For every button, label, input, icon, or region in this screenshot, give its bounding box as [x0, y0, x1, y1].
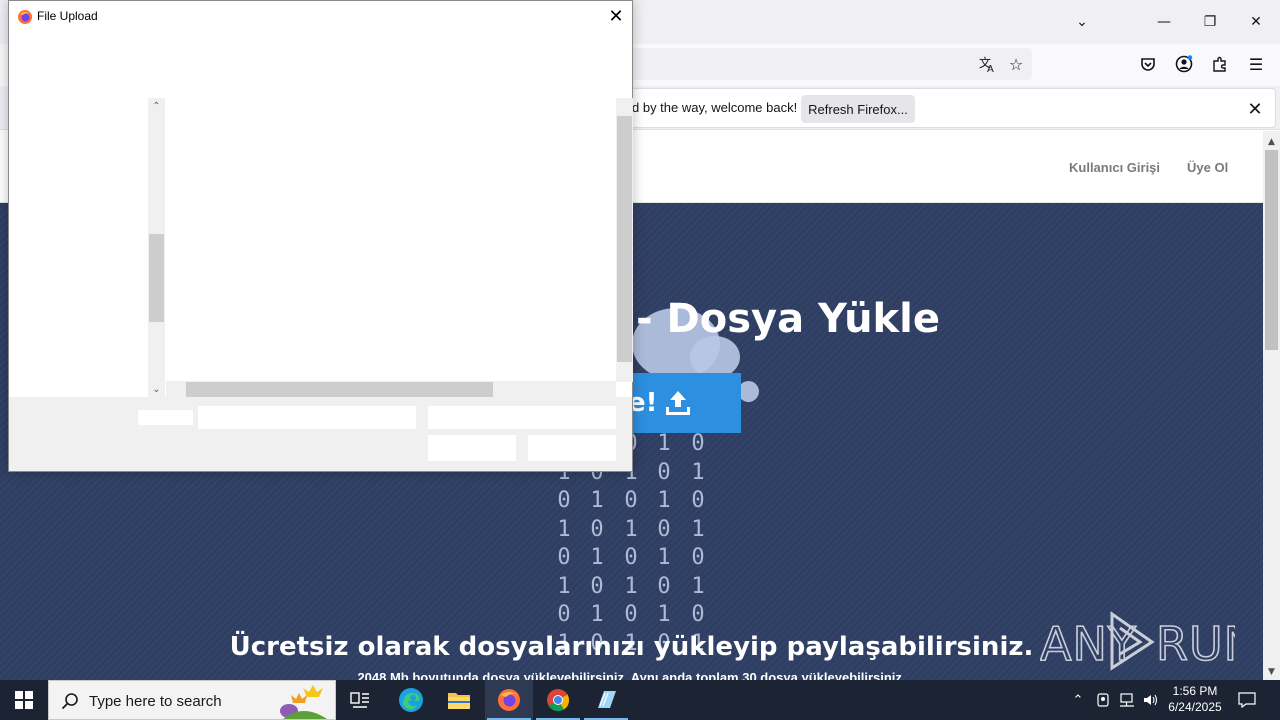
svg-text:A: A — [987, 64, 994, 73]
pocket-icon[interactable] — [1135, 51, 1161, 77]
url-bar[interactable] — [600, 48, 1032, 80]
search-highlight-flowers-icon — [280, 685, 327, 719]
folder-tree-scrollbar-thumb[interactable] — [149, 234, 164, 322]
clock-time: 1:56 PM — [1172, 684, 1218, 698]
file-name-label — [138, 410, 193, 425]
edge-icon[interactable] — [387, 680, 435, 720]
file-explorer-icon[interactable] — [435, 680, 483, 720]
cancel-button[interactable] — [528, 435, 616, 461]
account-icon[interactable] — [1171, 51, 1197, 77]
notepad-icon[interactable] — [582, 680, 630, 720]
volume-icon[interactable] — [1140, 680, 1162, 720]
translate-icon[interactable]: 文A — [975, 51, 1001, 77]
file-list-horizontal-scrollbar-thumb[interactable] — [186, 382, 493, 397]
firefox-taskbar-icon[interactable] — [485, 680, 533, 720]
refresh-firefox-button[interactable]: Refresh Firefox... — [801, 95, 915, 123]
menu-icon[interactable]: ☰ — [1243, 51, 1269, 77]
notification-close-icon[interactable]: ✕ — [1242, 96, 1268, 122]
binary-column: 10101010 — [657, 431, 671, 656]
file-list-vertical-scrollbar-thumb[interactable] — [617, 116, 632, 362]
minimize-button[interactable]: — — [1141, 0, 1187, 44]
taskbar: Type here to search ⌃ 1:56 PM 6/24/2025 — [0, 680, 1280, 720]
cloud-illustration — [690, 336, 740, 378]
anyrun-watermark-logo: ANY RUN — [1040, 611, 1235, 672]
extensions-icon[interactable] — [1207, 51, 1233, 77]
screen: ⌄ — ❐ ✕ 文A ☆ ☰ d by the way, welcome bac… — [0, 0, 1280, 720]
restore-button[interactable]: ❐ — [1187, 0, 1233, 44]
nav-login-link[interactable]: Kullanıcı Girişi — [1069, 160, 1160, 175]
dialog-footer — [9, 397, 632, 471]
search-icon — [61, 693, 78, 710]
dialog-title: File Upload — [37, 9, 98, 23]
bookmark-star-icon[interactable]: ☆ — [1003, 51, 1029, 77]
svg-text:RUN: RUN — [1156, 617, 1235, 671]
meet-now-icon[interactable] — [1092, 680, 1114, 720]
dialog-close-icon[interactable]: ✕ — [599, 1, 633, 31]
chrome-icon[interactable] — [534, 680, 582, 720]
clock-date: 6/24/2025 — [1168, 700, 1222, 714]
task-view-icon[interactable] — [336, 680, 384, 720]
network-icon[interactable] — [1116, 680, 1138, 720]
taskbar-search-box[interactable]: Type here to search — [48, 680, 336, 720]
notification-text: d by the way, welcome back! — [632, 100, 798, 115]
binary-column: 01010101 — [691, 431, 705, 656]
file-type-select[interactable] — [428, 406, 616, 429]
file-name-input[interactable] — [198, 406, 416, 429]
taskbar-clock[interactable]: 1:56 PM 6/24/2025 — [1160, 683, 1230, 715]
window-close-button[interactable]: ✕ — [1233, 0, 1279, 44]
search-placeholder: Type here to search — [89, 693, 222, 710]
tree-scroll-up-icon[interactable]: ⌃ — [148, 98, 165, 115]
scroll-down-arrow-icon[interactable]: ▼ — [1263, 663, 1280, 680]
scroll-up-arrow-icon[interactable]: ▲ — [1263, 133, 1280, 150]
page-scrollbar-thumb[interactable] — [1265, 150, 1278, 350]
file-upload-dialog: File Upload ✕ ⌃ ⌄ — [8, 0, 633, 472]
cloud-illustration — [738, 381, 759, 402]
chevron-up-icon[interactable]: ⌃ — [1068, 680, 1088, 720]
notifications-icon[interactable] — [1234, 680, 1260, 720]
tab-list-chevron-icon[interactable]: ⌄ — [1059, 0, 1105, 44]
hero-title: - Dosya Yükle — [636, 296, 940, 342]
windows-start-icon[interactable] — [0, 680, 48, 720]
firefox-icon — [18, 10, 32, 24]
open-button[interactable] — [428, 435, 516, 461]
tree-scroll-down-icon[interactable]: ⌄ — [148, 381, 165, 398]
nav-register-link[interactable]: Üye Ol — [1187, 160, 1228, 175]
upload-icon — [666, 391, 690, 415]
